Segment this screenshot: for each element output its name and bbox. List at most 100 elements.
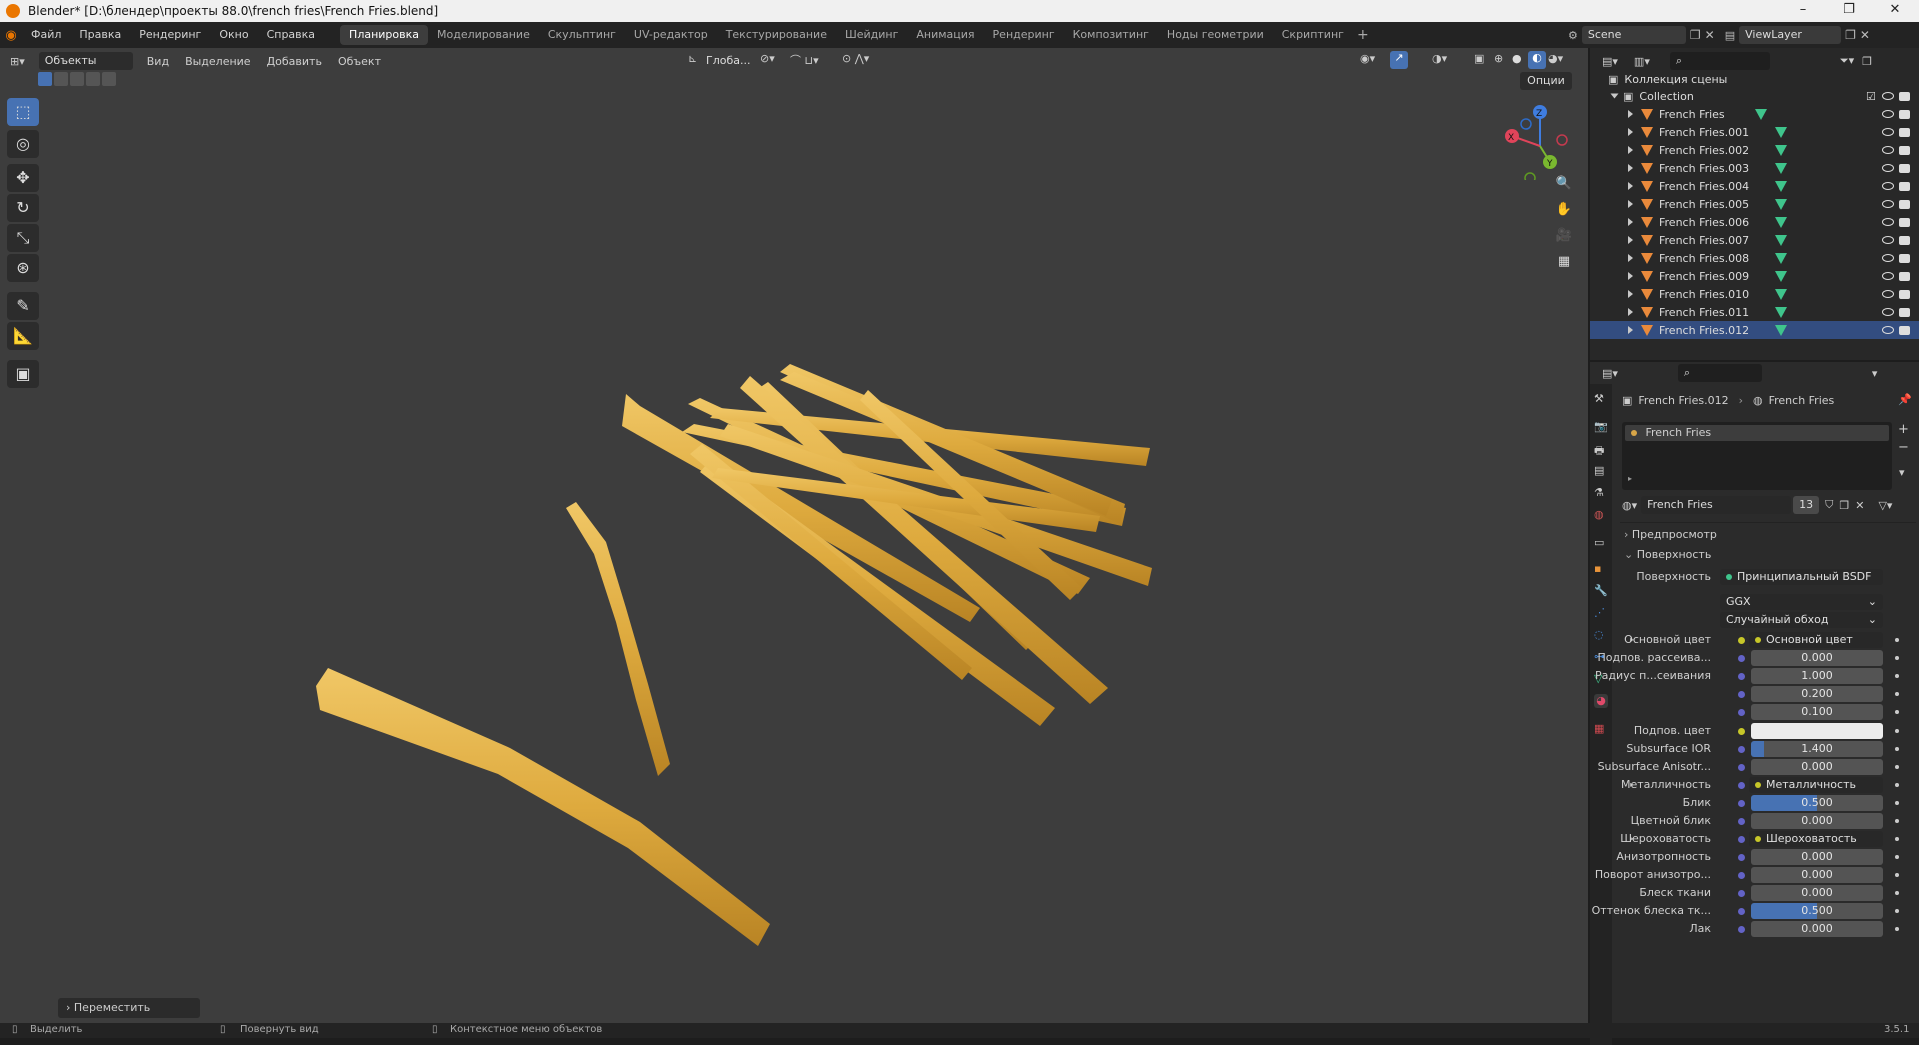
restore-icon[interactable]: ❐	[1826, 0, 1872, 22]
keyframe-dot-icon[interactable]	[1895, 638, 1899, 642]
visibility-eye-icon[interactable]	[1882, 200, 1894, 208]
menu-item[interactable]: Файл	[22, 22, 70, 48]
workspace-tab[interactable]: Планировка	[340, 25, 429, 45]
visibility-eye-icon[interactable]	[1882, 218, 1894, 226]
delete-viewlayer-icon[interactable]: ✕	[1860, 28, 1870, 42]
render-camera-icon[interactable]	[1899, 92, 1910, 101]
outliner-object-row[interactable]: French Fries.004	[1590, 177, 1919, 195]
keyframe-dot-icon[interactable]	[1895, 674, 1899, 678]
keyframe-dot-icon[interactable]	[1895, 783, 1899, 787]
mesh-data-icon[interactable]	[1775, 270, 1787, 282]
unlink-material-icon[interactable]: ✕	[1855, 499, 1864, 512]
numeric-slider[interactable]: 0.000	[1751, 849, 1883, 865]
keyframe-dot-icon[interactable]	[1895, 855, 1899, 859]
numeric-slider[interactable]: 0.200	[1751, 686, 1883, 702]
input-socket-icon[interactable]	[1738, 691, 1745, 698]
render-camera-icon[interactable]	[1899, 290, 1910, 299]
blender-menu-icon[interactable]: ◉	[0, 28, 22, 43]
material-tab-icon[interactable]: ◕	[1594, 694, 1608, 708]
outliner-search-input[interactable]: ⌕	[1669, 52, 1770, 70]
duplicate-material-icon[interactable]: ❐	[1839, 499, 1849, 512]
modifier-tab-icon[interactable]: 🔧	[1594, 584, 1608, 598]
numeric-slider[interactable]: 0.100	[1751, 704, 1883, 720]
menu-item[interactable]: Правка	[70, 22, 130, 48]
outliner-object-row[interactable]: French Fries.002	[1590, 141, 1919, 159]
visibility-eye-icon[interactable]	[1882, 128, 1894, 136]
minimize-icon[interactable]: –	[1780, 0, 1826, 22]
workspace-tab[interactable]: Анимация	[907, 25, 983, 45]
workspace-tab[interactable]: Моделирование	[428, 25, 539, 45]
scene-tab-icon[interactable]: ⚗	[1594, 486, 1608, 500]
keyframe-dot-icon[interactable]	[1895, 765, 1899, 769]
keyframe-dot-icon[interactable]	[1895, 927, 1899, 931]
expand-arrow-icon[interactable]	[1628, 128, 1633, 136]
mesh-data-icon[interactable]	[1775, 288, 1787, 300]
input-socket-icon[interactable]	[1738, 655, 1745, 662]
render-camera-icon[interactable]	[1899, 182, 1910, 191]
visibility-eye-icon[interactable]	[1882, 308, 1894, 316]
single-fry-long[interactable]	[316, 668, 770, 946]
visibility-eye-icon[interactable]	[1882, 182, 1894, 190]
particles-tab-icon[interactable]: ⋰	[1594, 606, 1608, 620]
input-socket-icon[interactable]	[1738, 709, 1745, 716]
pin-icon[interactable]: 📌	[1898, 393, 1912, 406]
list-expand-icon[interactable]: ▸	[1628, 474, 1632, 483]
visibility-eye-icon[interactable]	[1882, 254, 1894, 262]
visibility-eye-icon[interactable]	[1882, 164, 1894, 172]
render-camera-icon[interactable]	[1899, 128, 1910, 137]
outliner-object-row[interactable]: French Fries.001	[1590, 123, 1919, 141]
numeric-slider[interactable]: 0.000	[1751, 813, 1883, 829]
user-count[interactable]: 13	[1793, 496, 1820, 514]
preview-panel-header[interactable]: › Предпросмотр	[1624, 528, 1717, 541]
distribution-dropdown[interactable]: GGX ⌄	[1720, 594, 1883, 610]
viewlayer-selector[interactable]: ViewLayer	[1739, 26, 1842, 44]
mesh-data-icon[interactable]	[1775, 162, 1787, 174]
input-socket-icon[interactable]	[1738, 637, 1745, 644]
workspace-tab[interactable]: Текстурирование	[717, 25, 836, 45]
properties-search-input[interactable]: ⌕	[1677, 364, 1762, 382]
expand-arrow-icon[interactable]	[1628, 146, 1633, 154]
workspace-tab[interactable]: Скульптинг	[539, 25, 625, 45]
link-mode-icon[interactable]: ▽▾	[1878, 499, 1892, 512]
remove-slot-icon[interactable]: −	[1898, 440, 1909, 455]
input-socket-icon[interactable]	[1738, 926, 1745, 933]
keyframe-dot-icon[interactable]	[1895, 656, 1899, 660]
last-operator-panel[interactable]: › Переместить	[58, 998, 200, 1018]
mesh-data-icon[interactable]	[1755, 108, 1767, 120]
add-workspace-icon[interactable]: +	[1357, 27, 1369, 43]
outliner-editor-icon[interactable]: ▤▾	[1602, 55, 1618, 68]
keyframe-dot-icon[interactable]	[1895, 891, 1899, 895]
input-socket-icon[interactable]	[1738, 746, 1745, 753]
new-scene-icon[interactable]: ❐	[1690, 28, 1701, 42]
expand-arrow-icon[interactable]	[1628, 110, 1633, 118]
close-icon[interactable]: ✕	[1872, 0, 1918, 22]
linked-input[interactable]: Основной цвет	[1749, 632, 1883, 648]
render-camera-icon[interactable]	[1899, 110, 1910, 119]
menu-item[interactable]: Окно	[210, 22, 257, 48]
collection-row[interactable]: ▣ Collection ☑	[1590, 87, 1919, 105]
expand-arrow-icon[interactable]	[1628, 308, 1633, 316]
render-camera-icon[interactable]	[1899, 200, 1910, 209]
numeric-slider[interactable]: 0.000	[1751, 867, 1883, 883]
slot-specials-icon[interactable]: ▾	[1899, 466, 1905, 479]
world-tab-icon[interactable]: ◍	[1594, 508, 1608, 522]
display-mode-icon[interactable]: ▥▾	[1634, 55, 1650, 68]
subsurface-method-dropdown[interactable]: Случайный обход ⌄	[1720, 612, 1883, 628]
surface-panel-header[interactable]: ⌄ Поверхность	[1624, 548, 1711, 561]
input-socket-icon[interactable]	[1738, 854, 1745, 861]
workspace-tab[interactable]: Скриптинг	[1273, 25, 1353, 45]
input-socket-icon[interactable]	[1738, 836, 1745, 843]
render-camera-icon[interactable]	[1899, 254, 1910, 263]
surface-shader-dropdown[interactable]: Принципиальный BSDF	[1720, 569, 1883, 585]
tool-tab-icon[interactable]: ⚒	[1594, 392, 1608, 406]
keyframe-dot-icon[interactable]	[1895, 909, 1899, 913]
workspace-tab[interactable]: Композитинг	[1064, 25, 1158, 45]
input-socket-icon[interactable]	[1738, 728, 1745, 735]
collection-tab-icon[interactable]: ▭	[1594, 536, 1608, 550]
keyframe-dot-icon[interactable]	[1895, 819, 1899, 823]
visibility-eye-icon[interactable]	[1882, 92, 1894, 100]
input-socket-icon[interactable]	[1738, 872, 1745, 879]
render-tab-icon[interactable]: 📷	[1594, 420, 1608, 434]
3d-viewport[interactable]: ⊞▾ Объекты Вид Выделение Добавить Объект ⊾ …	[0, 48, 1588, 1023]
render-camera-icon[interactable]	[1899, 308, 1910, 317]
